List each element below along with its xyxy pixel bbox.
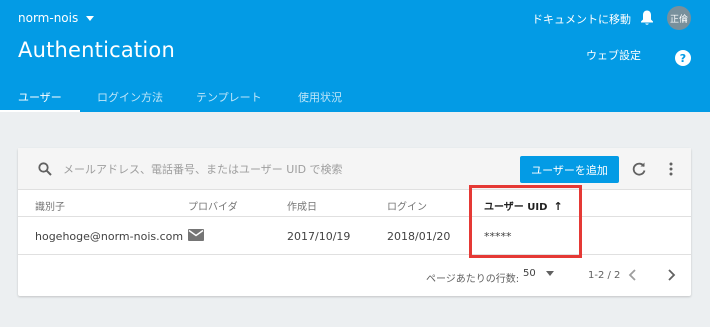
tab-usage[interactable]: 使用状況 [298, 80, 342, 112]
column-created[interactable]: 作成日 [287, 198, 317, 213]
more-vert-icon[interactable] [663, 161, 679, 177]
app-header: norm-nois ドキュメントに移動 正倫 Authentication ウェ… [0, 0, 710, 112]
search-toolbar: ユーザーを追加 [18, 148, 691, 190]
cell-identifier: hogehoge@norm-nois.com [35, 230, 184, 243]
column-provider[interactable]: プロバイダ [188, 198, 238, 213]
mail-icon [188, 229, 204, 241]
column-user-uid[interactable]: ユーザー UID ↑ [484, 198, 563, 213]
column-identifier[interactable]: 識別子 [35, 198, 65, 213]
column-user-uid-label: ユーザー UID [484, 202, 548, 213]
page-range: 1-2 / 2 [588, 270, 621, 281]
arrow-up-icon: ↑ [553, 200, 563, 213]
users-card: ユーザーを追加 識別子 プロバイダ 作成日 ログイン ユーザー UID ↑ hog… [18, 148, 691, 296]
tab-templates[interactable]: テンプレート [196, 80, 262, 112]
refresh-icon[interactable] [631, 161, 647, 177]
cell-created: 2017/10/19 [287, 230, 351, 243]
chevron-down-icon [86, 15, 95, 21]
help-icon[interactable]: ? [675, 50, 691, 66]
search-icon [38, 162, 52, 176]
chevron-right-icon[interactable] [664, 268, 678, 282]
chevron-left-icon[interactable] [626, 268, 640, 282]
tab-sign-in-method[interactable]: ログイン方法 [97, 80, 163, 112]
tab-users[interactable]: ユーザー [0, 80, 80, 112]
chevron-down-icon [545, 271, 554, 276]
rows-per-page-label: ページあたりの行数: [426, 274, 520, 285]
table-header: 識別子 プロバイダ 作成日 ログイン ユーザー UID ↑ [18, 190, 691, 217]
cell-user-uid: ***** [484, 230, 512, 243]
docs-link[interactable]: ドキュメントに移動 [532, 11, 631, 27]
rows-per-page-select[interactable]: 50 [523, 268, 554, 279]
pagination: ページあたりの行数: 50 1-2 / 2 [18, 255, 691, 296]
web-setup-link[interactable]: ウェブ設定 [586, 47, 641, 63]
project-name: norm-nois [18, 11, 79, 25]
rows-per-page-value: 50 [523, 268, 536, 279]
page-title: Authentication [18, 38, 175, 62]
bell-icon[interactable] [640, 10, 654, 26]
cell-signed-in: 2018/01/20 [387, 230, 451, 243]
avatar[interactable]: 正倫 [667, 6, 691, 30]
column-signed-in[interactable]: ログイン [387, 198, 427, 213]
table-row[interactable]: hogehoge@norm-nois.com 2017/10/19 2018/0… [18, 217, 691, 255]
project-selector[interactable]: norm-nois [18, 11, 95, 25]
search-input[interactable] [63, 159, 403, 179]
add-user-button[interactable]: ユーザーを追加 [520, 156, 619, 183]
